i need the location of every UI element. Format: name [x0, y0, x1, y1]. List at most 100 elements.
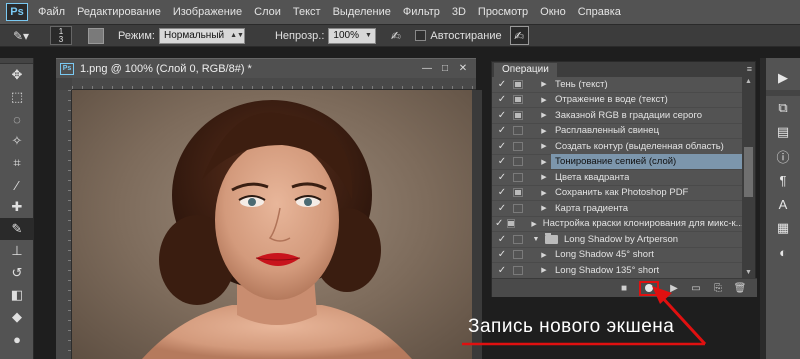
menu-type[interactable]: Текст: [287, 0, 327, 24]
toggle-item-check-icon[interactable]: ✓: [495, 249, 509, 260]
expand-triangle-icon[interactable]: ▶: [531, 220, 536, 228]
mode-select[interactable]: Нормальный ▲▼: [158, 27, 245, 44]
marquee-tool-icon[interactable]: ⬚: [0, 86, 34, 108]
info-dock-icon[interactable]: ⓘ: [766, 144, 800, 168]
toggle-dialog-icon[interactable]: [513, 141, 523, 151]
toggle-dialog-icon[interactable]: [513, 110, 523, 120]
lasso-tool-icon[interactable]: ◌: [0, 108, 34, 130]
action-row[interactable]: ✓ ▶ Long Shadow 135° short: [492, 263, 743, 278]
brush-size-picker[interactable]: 1 3: [50, 26, 72, 45]
toggle-item-check-icon[interactable]: ✓: [495, 141, 509, 152]
menu-select[interactable]: Выделение: [327, 0, 397, 24]
scroll-thumb[interactable]: [744, 147, 753, 197]
action-row[interactable]: ✓ ▶ Заказной RGB в градации серого: [492, 108, 743, 124]
pressure-size-icon[interactable]: ✍: [509, 26, 529, 45]
menu-image[interactable]: Изображение: [167, 0, 248, 24]
collapse-triangle-icon[interactable]: ▼: [531, 236, 541, 243]
menu-help[interactable]: Справка: [572, 0, 627, 24]
menu-file[interactable]: Файл: [32, 0, 71, 24]
swatches-dock-icon[interactable]: ▦: [766, 216, 800, 240]
action-row[interactable]: ✓ ▶ Long Shadow 45° short: [492, 248, 743, 263]
expand-triangle-icon[interactable]: ▶: [539, 142, 549, 150]
expand-triangle-icon[interactable]: ▶: [539, 189, 549, 197]
toggle-item-check-icon[interactable]: ✓: [495, 94, 509, 105]
toggle-dialog-icon[interactable]: [513, 157, 523, 167]
maximize-icon[interactable]: □: [438, 62, 452, 75]
toggle-dialog-icon[interactable]: [507, 219, 516, 229]
toggle-dialog-icon[interactable]: [513, 126, 523, 136]
action-row[interactable]: ✓ ▶ Цвета квадранта: [492, 170, 743, 186]
paint-bucket-tool-icon[interactable]: ◆: [0, 306, 34, 328]
toggle-dialog-icon[interactable]: [513, 79, 523, 89]
toggle-dialog-icon[interactable]: [513, 172, 523, 182]
menu-layers[interactable]: Слои: [248, 0, 287, 24]
toggle-dialog-icon[interactable]: [513, 95, 523, 105]
brush-tool-preset-icon[interactable]: ✎▾: [8, 27, 34, 44]
toggle-dialog-icon[interactable]: [513, 265, 523, 275]
history-brush-tool-icon[interactable]: ↺: [0, 262, 34, 284]
expand-triangle-icon[interactable]: ▶: [539, 80, 549, 88]
expand-triangle-icon[interactable]: ▶: [539, 127, 549, 135]
scroll-down-icon[interactable]: ▼: [742, 268, 755, 278]
action-row[interactable]: ✓ ▶ Создать контур (выделенная область): [492, 139, 743, 155]
new-set-folder-icon[interactable]: ▭: [689, 282, 703, 295]
scroll-up-icon[interactable]: ▲: [742, 77, 755, 87]
tab-actions[interactable]: Операции: [494, 63, 557, 77]
ruler-origin[interactable]: [56, 78, 72, 90]
stop-icon[interactable]: ■: [617, 282, 631, 295]
expand-triangle-icon[interactable]: ▶: [539, 251, 549, 259]
magic-wand-tool-icon[interactable]: ✧: [0, 130, 34, 152]
toggle-item-check-icon[interactable]: ✓: [495, 265, 509, 276]
record-new-action-button[interactable]: [639, 280, 659, 296]
action-row[interactable]: ✓ ▶ Отражение в воде (текст): [492, 93, 743, 108]
expand-triangle-icon[interactable]: ▶: [539, 173, 549, 181]
brush-tool-icon[interactable]: ✎: [0, 218, 34, 240]
menu-filter[interactable]: Фильтр: [397, 0, 446, 24]
image-canvas[interactable]: [72, 90, 476, 359]
action-set-row[interactable]: ✓ ▼ Long Shadow by Artperson: [492, 232, 743, 248]
toggle-dialog-icon[interactable]: [513, 203, 523, 213]
clone-stamp-tool-icon[interactable]: ⊥: [0, 240, 34, 262]
toggle-item-check-icon[interactable]: ✓: [495, 110, 509, 121]
eraser-tool-icon[interactable]: ◧: [0, 284, 34, 306]
action-row[interactable]: ✓ ▶ Настройка краски клонирования для микс…: [492, 217, 743, 232]
document-tab[interactable]: Ps 1.png @ 100% (Слой 0, RGB/8#) * — □ ✕: [56, 58, 476, 78]
expand-triangle-icon[interactable]: ▶: [539, 158, 549, 166]
adjustments-dock-icon[interactable]: ◐: [766, 240, 800, 264]
expand-triangle-icon[interactable]: ▶: [539, 111, 549, 119]
toggle-dialog-icon[interactable]: [513, 234, 523, 244]
history-dock-icon[interactable]: ⧉: [766, 96, 800, 120]
action-row[interactable]: ✓ ▶ Тонирование сепией (слой): [492, 154, 743, 170]
delete-trash-icon[interactable]: 🗑: [733, 282, 747, 295]
eyedropper-tool-icon[interactable]: ⁄: [0, 174, 34, 196]
menu-view[interactable]: Просмотр: [472, 0, 534, 24]
toggle-item-check-icon[interactable]: ✓: [495, 203, 509, 214]
paragraph-dock-icon[interactable]: ¶: [766, 168, 800, 192]
actions-scrollbar[interactable]: ▲ ▼: [742, 77, 755, 278]
toggle-item-check-icon[interactable]: ✓: [495, 172, 509, 183]
blur-tool-icon[interactable]: ●: [0, 328, 34, 350]
toggle-item-check-icon[interactable]: ✓: [495, 79, 509, 90]
expand-triangle-icon[interactable]: ▶: [539, 96, 549, 104]
panel-menu-icon[interactable]: ≡: [747, 64, 752, 74]
autoerase-checkbox[interactable]: [415, 30, 427, 41]
menu-edit[interactable]: Редактирование: [71, 0, 167, 24]
action-row[interactable]: ✓ ▶ Сохранить как Photoshop PDF: [492, 186, 743, 201]
play-icon[interactable]: ▶: [667, 282, 681, 295]
toggle-item-check-icon[interactable]: ✓: [495, 218, 503, 229]
action-row[interactable]: ✓ ▶ Тень (текст): [492, 77, 743, 93]
menu-window[interactable]: Окно: [534, 0, 572, 24]
toggle-item-check-icon[interactable]: ✓: [495, 125, 509, 136]
new-action-icon[interactable]: ⎘: [711, 282, 725, 295]
menu-3d[interactable]: 3D: [446, 0, 472, 24]
minimize-icon[interactable]: —: [420, 62, 434, 75]
healing-brush-tool-icon[interactable]: ✚: [0, 196, 34, 218]
brush-panel-toggle-icon[interactable]: [88, 27, 104, 44]
crop-tool-icon[interactable]: ⌗: [0, 152, 34, 174]
toggle-dialog-icon[interactable]: [513, 188, 523, 198]
expand-triangle-icon[interactable]: ▶: [539, 204, 549, 212]
opacity-field[interactable]: 100% ▼: [328, 27, 377, 44]
toggle-item-check-icon[interactable]: ✓: [495, 234, 509, 245]
toggle-dialog-icon[interactable]: [513, 250, 523, 260]
character-dock-icon[interactable]: A: [766, 192, 800, 216]
